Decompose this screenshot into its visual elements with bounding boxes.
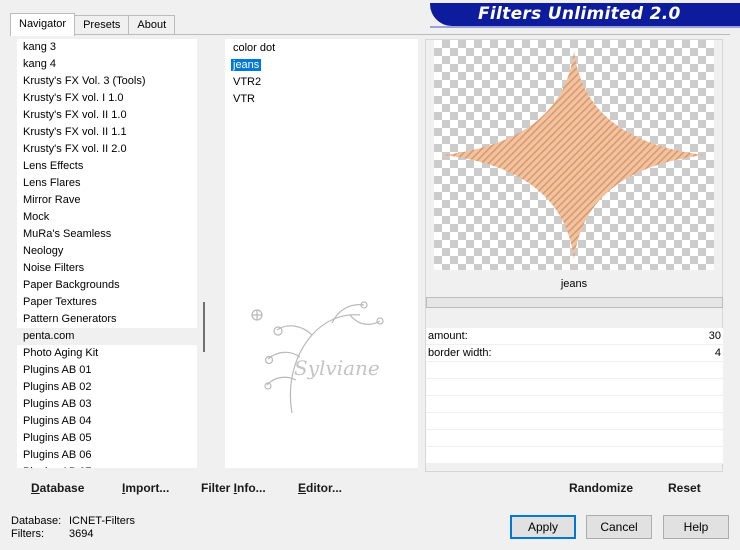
category-scrollbar-thumb[interactable] xyxy=(203,302,205,352)
tab-navigator[interactable]: Navigator xyxy=(10,13,76,36)
param-row-empty xyxy=(426,447,723,464)
filter-item-label: color dot xyxy=(233,42,276,54)
bottom-toolbar: Database Import... Filter Info... Editor… xyxy=(10,475,730,501)
category-item[interactable]: kang 3 xyxy=(17,39,197,56)
category-item[interactable]: Plugins AB 02 xyxy=(17,379,197,396)
param-row-empty xyxy=(426,379,723,396)
category-item[interactable]: Paper Backgrounds xyxy=(17,277,197,294)
filter-info-button[interactable]: Filter Info... xyxy=(201,475,266,501)
filter-item-label: jeans xyxy=(229,58,263,72)
app-title-banner: Filters Unlimited 2.0 xyxy=(430,3,740,26)
filters-count-value: 3694 xyxy=(69,528,94,540)
category-item[interactable]: Plugins AB 01 xyxy=(17,362,197,379)
category-item[interactable]: Plugins AB 03 xyxy=(17,396,197,413)
watermark-logo: Sylviane xyxy=(251,301,384,414)
category-item[interactable]: Plugins AB 06 xyxy=(17,447,197,464)
category-item[interactable]: Noise Filters xyxy=(17,260,197,277)
filter-item[interactable]: VTR2 xyxy=(225,74,418,91)
tab-bar: Navigator Presets About xyxy=(10,13,176,36)
category-item[interactable]: Krusty's FX vol. I 1.0 xyxy=(17,90,197,107)
filter-item[interactable]: VTR xyxy=(225,91,418,108)
help-button[interactable]: Help xyxy=(663,515,729,539)
tab-presets[interactable]: Presets xyxy=(74,15,130,35)
category-item[interactable]: Photo Aging Kit xyxy=(17,345,197,362)
parameter-list: amount: 30 border width: 4 xyxy=(426,328,723,464)
category-item[interactable]: Mock xyxy=(17,209,197,226)
category-scrollbar[interactable] xyxy=(197,39,211,468)
param-label: border width: xyxy=(428,347,492,359)
category-item[interactable]: Plugins AB 04 xyxy=(17,413,197,430)
category-item[interactable]: Plugins AB 05 xyxy=(17,430,197,447)
param-value: 4 xyxy=(714,347,721,359)
randomize-button[interactable]: Randomize xyxy=(569,475,633,501)
filter-item[interactable]: color dot xyxy=(225,40,418,57)
preview-progress-bar xyxy=(426,297,723,308)
category-item[interactable]: Krusty's FX vol. II 1.1 xyxy=(17,124,197,141)
category-item[interactable]: Lens Effects xyxy=(17,158,197,175)
import-button[interactable]: Import... xyxy=(122,475,169,501)
category-item[interactable]: Plugins AB 07 xyxy=(17,464,197,468)
category-item[interactable]: Pattern Generators xyxy=(17,311,197,328)
cancel-button[interactable]: Cancel xyxy=(586,515,652,539)
param-row-empty xyxy=(426,362,723,379)
category-item[interactable]: kang 4 xyxy=(17,56,197,73)
status-info: Database: ICNET-Filters Filters: 3694 xyxy=(11,515,135,541)
param-row-empty xyxy=(426,413,723,430)
preview-image xyxy=(434,40,714,270)
database-value: ICNET-Filters xyxy=(69,515,135,527)
category-item[interactable]: Krusty's FX Vol. 3 (Tools) xyxy=(17,73,197,90)
param-row-empty xyxy=(426,396,723,413)
param-row-empty xyxy=(426,430,723,447)
category-item[interactable]: Paper Textures xyxy=(17,294,197,311)
database-button[interactable]: Database xyxy=(31,475,84,501)
apply-button[interactable]: Apply xyxy=(510,515,576,539)
tab-divider xyxy=(10,34,730,35)
category-item[interactable]: penta.com xyxy=(17,328,197,345)
banner-underline xyxy=(430,26,740,28)
editor-button[interactable]: Editor... xyxy=(298,475,342,501)
preview-star xyxy=(444,50,704,260)
watermark-text: Sylviane xyxy=(294,356,380,380)
reset-button[interactable]: Reset xyxy=(668,475,701,501)
param-row[interactable]: border width: 4 xyxy=(426,345,723,362)
category-item[interactable]: Mirror Rave xyxy=(17,192,197,209)
filter-item[interactable]: jeans xyxy=(225,57,418,74)
category-list[interactable]: kang 3 kang 4 Krusty's FX Vol. 3 (Tools) Kr… xyxy=(17,39,197,468)
category-item[interactable]: MuRa's Seamless xyxy=(17,226,197,243)
filter-item-label: VTR xyxy=(233,93,255,105)
category-item[interactable]: Krusty's FX vol. II 2.0 xyxy=(17,141,197,158)
category-item[interactable]: Neology xyxy=(17,243,197,260)
param-row[interactable]: amount: 30 xyxy=(426,328,723,345)
database-label: Database: xyxy=(11,515,62,527)
category-item[interactable]: Lens Flares xyxy=(17,175,197,192)
param-value: 30 xyxy=(708,330,721,342)
selected-filter-name: jeans xyxy=(560,278,588,290)
filters-count-label: Filters: xyxy=(11,528,44,540)
param-label: amount: xyxy=(428,330,468,342)
tab-about[interactable]: About xyxy=(128,15,176,35)
filter-item-label: VTR2 xyxy=(233,76,262,88)
category-item[interactable]: Krusty's FX vol. II 1.0 xyxy=(17,107,197,124)
